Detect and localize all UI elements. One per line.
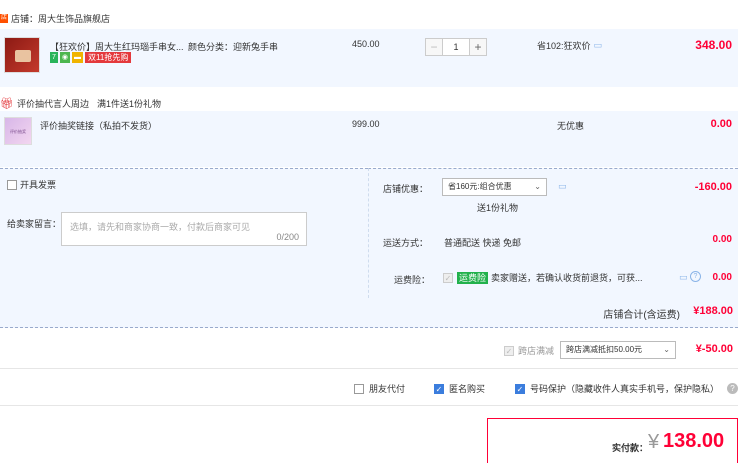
shop-label: 店铺： (11, 13, 39, 24)
insurance-option[interactable]: ✓ 运费险 卖家赠送，若确认收货前退货，可获... (443, 271, 673, 284)
shop-name[interactable]: 周大生饰品旗舰店 (38, 12, 110, 25)
shipping-label: 运送方式： (383, 238, 429, 248)
payment-box: 实付款： ¥ 138.00 (487, 418, 738, 463)
anonymous-option[interactable]: ✓ 匿名购买 (434, 382, 485, 395)
tag-seven-day: 7 (50, 52, 58, 63)
shop-discount-selected: 省160元:组合优惠 (448, 182, 512, 191)
shop-discount-amount: -160.00 (694, 181, 732, 193)
sku-info: 颜色分类：迎新兔手串 (188, 40, 278, 53)
quantity-input[interactable]: 1 (443, 38, 469, 56)
privacy-option[interactable]: ✓ 号码保护 （隐藏收件人真实手机号，保护隐私） (515, 382, 719, 395)
cross-store-selected: 跨店满减抵扣50.00元 (566, 345, 643, 354)
sku-value: 迎新兔手串 (233, 42, 279, 52)
product-thumbnail[interactable] (4, 37, 40, 73)
friend-pay-option[interactable]: 朋友代付 (354, 382, 405, 395)
insurance-badge: 运费险 (457, 271, 489, 284)
cross-store-label: 跨店满减 (518, 346, 555, 356)
anonymous-label: 匿名购买 (449, 384, 486, 394)
insurance-amount: 0.00 (712, 272, 732, 283)
shop-total-row: 店铺合计(含运费) ¥188.00 (0, 298, 738, 328)
increment-button[interactable]: + (469, 38, 487, 56)
product-tags: 7 ◉ ▬ 双11抢先购 (50, 52, 133, 63)
promo-text: 省102:狂欢价 (537, 41, 591, 51)
shop-icon: 店 (0, 13, 8, 23)
gift-icon: 🎁︎ (0, 98, 14, 110)
message-placeholder: 选填，请先和商家协商一致，付款后商家可见 (70, 222, 251, 232)
invoice-checkbox[interactable] (7, 179, 17, 190)
chat-icon[interactable]: ▭ (594, 40, 603, 51)
gift-title[interactable]: 评价抽奖链接（私拍不发货） (40, 119, 157, 132)
gift-thumbnail[interactable]: 评价抽奖 (4, 117, 32, 145)
insurance-checkbox: ✓ (443, 272, 453, 283)
shop-total-amount: ¥188.00 (693, 305, 733, 317)
order-item-row: 【狂欢价】周大生红玛瑙手串女... 7 ◉ ▬ 双11抢先购 颜色分类：迎新兔手… (0, 29, 738, 87)
invoice-label: 开具发票 (20, 180, 57, 190)
cross-store-row: ✓ 跨店满减 跨店满减抵扣50.00元 ⌄ ¥-50.00 (0, 333, 738, 369)
cross-store-chevron-icon: ⌄ (663, 345, 670, 354)
cross-store-checkbox: ✓ (504, 345, 514, 356)
chevron-down-icon: ⌄ (534, 182, 541, 191)
insurance-chat-icon[interactable]: ▭ (679, 272, 688, 283)
gift-header-note: 满1件送1份礼物 (96, 99, 161, 109)
insurance-label: 运费险： (394, 275, 431, 285)
purchase-options-row: 朋友代付 ✓ 匿名购买 ✓ 号码保护 （隐藏收件人真实手机号，保护隐私） ? (0, 370, 738, 406)
invoice-option[interactable]: 开具发票 (7, 178, 56, 191)
friend-pay-label: 朋友代付 (369, 384, 406, 394)
anonymous-checkbox[interactable]: ✓ (434, 383, 444, 394)
double11-badge: 双11抢先购 (85, 52, 132, 63)
discount-chat-icon[interactable]: ▭ (558, 181, 567, 192)
privacy-note: （隐藏收件人真实手机号，保护隐私） (566, 384, 720, 394)
insurance-text: 卖家赠送，若确认收货前退货，可获... (491, 273, 643, 283)
privacy-help-icon[interactable]: ? (727, 383, 738, 394)
privacy-checkbox[interactable]: ✓ (515, 383, 525, 394)
tag-guarantee-icon: ◉ (59, 52, 71, 63)
shipping-amount: 0.00 (712, 234, 732, 245)
tag-card-icon: ▬ (72, 52, 84, 63)
shop-total-label: 店铺合计(含运费) (603, 310, 680, 321)
payment-label: 实付款： (612, 443, 649, 453)
quantity-stepper[interactable]: − 1 + (425, 38, 487, 56)
gift-subtotal: 0.00 (710, 118, 732, 130)
cross-store-option[interactable]: ✓ 跨店满减 (504, 344, 554, 357)
cross-store-select[interactable]: 跨店满减抵扣50.00元 ⌄ (560, 341, 676, 359)
shop-header: 店 店铺： 周大生饰品旗舰店 (0, 11, 110, 25)
decrement-button[interactable]: − (425, 38, 443, 56)
shop-discount-label: 店铺优惠： (383, 184, 429, 194)
payment-amount: 138.00 (663, 430, 725, 452)
help-icon[interactable]: ? (690, 271, 701, 282)
sku-label: 颜色分类： (188, 42, 234, 52)
privacy-label: 号码保护 (530, 384, 567, 394)
gift-header: 🎁︎ 评价抽代言人周边 满1件送1份礼物 (0, 97, 161, 110)
gift-item-row: 评价抽奖 评价抽奖链接（私拍不发货） 999.00 无优惠 0.00 (0, 111, 738, 167)
shop-discount-note: 送1份礼物 (477, 203, 519, 213)
cross-store-amount: ¥-50.00 (695, 343, 733, 355)
payment-currency: ¥ (648, 431, 660, 453)
item-promo: 省102:狂欢价 ▭ (537, 39, 602, 52)
message-textarea[interactable]: 选填，请先和商家协商一致，付款后商家可见 0/200 (61, 212, 307, 246)
unit-price: 450.00 (352, 39, 380, 49)
message-label: 给卖家留言： (7, 219, 62, 229)
friend-pay-checkbox[interactable] (354, 383, 364, 394)
shipping-value: 普通配送 快递 免邮 (444, 238, 522, 248)
gift-header-label: 评价抽代言人周边 (16, 99, 89, 109)
shop-discount-select[interactable]: 省160元:组合优惠 ⌄ (442, 178, 547, 196)
gift-price: 999.00 (352, 119, 380, 129)
gift-promo: 无优惠 (557, 121, 585, 131)
message-counter: 0/200 (276, 232, 299, 242)
item-subtotal: 348.00 (695, 38, 732, 52)
